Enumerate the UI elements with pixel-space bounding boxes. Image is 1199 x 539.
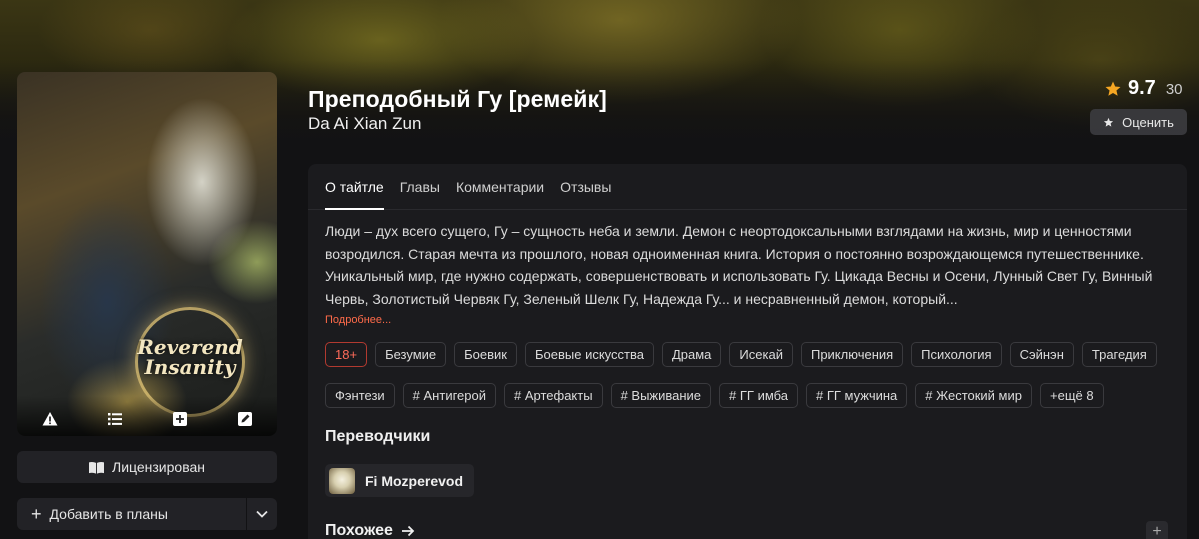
translator-chip[interactable]: Fi Mozperevod [325, 464, 474, 497]
cover-image[interactable]: Reverend Insanity [17, 72, 277, 436]
genre-tag[interactable]: Боевые искусства [525, 342, 654, 367]
genre-tag[interactable]: Драма [661, 342, 722, 367]
tag-list: 18+ Безумие Боевик Боевые искусства Драм… [325, 342, 1185, 408]
genre-tag[interactable]: Приключения [800, 342, 904, 367]
star-icon [1104, 117, 1114, 127]
show-more-tags-button[interactable]: +ещё 8 [1040, 383, 1104, 408]
tab-about[interactable]: О тайтле [325, 164, 384, 210]
description-text: Люди – дух всего сущего, Гу – сущность н… [325, 223, 1153, 307]
licensed-button[interactable]: Лицензирован [17, 451, 277, 483]
similar-heading-link[interactable]: Похожее [325, 522, 415, 539]
genre-tag[interactable]: Трагедия [1081, 342, 1157, 367]
add-to-plans-button[interactable]: + Добавить в планы [17, 498, 246, 530]
warning-icon[interactable] [40, 409, 60, 429]
age-rating-tag[interactable]: 18+ [325, 342, 368, 367]
genre-tag[interactable]: Фэнтези [325, 383, 395, 408]
chevron-down-icon [256, 510, 268, 518]
rating-value: 9.7 [1128, 77, 1156, 99]
genre-tag[interactable]: Боевик [454, 342, 517, 367]
title-page: Reverend Insanity Лицензирован + Добавит… [0, 0, 1199, 539]
rate-button[interactable]: Оценить [1090, 109, 1187, 135]
plans-dropdown-toggle[interactable] [247, 498, 277, 530]
tab-comments[interactable]: Комментарии [456, 164, 544, 210]
add-to-plans-label: Добавить в планы [49, 506, 168, 522]
theme-tag[interactable]: # Антигерой [402, 383, 496, 408]
avatar [329, 467, 355, 494]
translator-name: Fi Mozperevod [365, 472, 464, 489]
theme-tag[interactable]: # Выживание [610, 383, 712, 408]
author-link[interactable]: Da Ai Xian Zun [308, 114, 421, 134]
theme-tag[interactable]: # Жестокий мир [915, 383, 1032, 408]
genre-tag[interactable]: Безумие [375, 342, 447, 367]
tab-reviews[interactable]: Отзывы [560, 164, 611, 210]
similar-heading: Похожее [325, 522, 393, 539]
plus-icon: + [31, 504, 42, 524]
plus-square-icon[interactable] [170, 409, 190, 429]
rating-count: 30 [1165, 81, 1183, 98]
page-title: Преподобный Гу [ремейк] [308, 86, 607, 112]
rate-label: Оценить [1122, 114, 1174, 130]
add-to-plans-control: + Добавить в планы [17, 498, 277, 530]
book-icon [89, 461, 104, 474]
genre-tag[interactable]: Психология [911, 342, 1002, 367]
list-icon[interactable] [105, 409, 125, 429]
star-icon [1105, 81, 1121, 96]
edit-icon[interactable] [235, 409, 255, 429]
theme-tag[interactable]: # ГГ мужчина [806, 383, 908, 408]
cover-actions [17, 396, 277, 436]
tab-chapters[interactable]: Главы [400, 164, 440, 210]
tab-bar: О тайтле Главы Комментарии Отзывы [308, 164, 1187, 210]
licensed-label: Лицензирован [112, 459, 205, 475]
genre-tag[interactable]: Исекай [729, 342, 793, 367]
add-similar-button[interactable]: + [1146, 521, 1168, 539]
theme-tag[interactable]: # ГГ имба [719, 383, 799, 408]
theme-tag[interactable]: # Артефакты [504, 383, 603, 408]
translators-heading: Переводчики [325, 428, 431, 445]
arrow-right-icon [401, 525, 415, 537]
cover-title-art: Reverend Insanity [137, 335, 243, 379]
genre-tag[interactable]: Сэйнэн [1009, 342, 1074, 367]
rating-display: 9.7 30 [1104, 77, 1183, 100]
info-panel: О тайтле Главы Комментарии Отзывы Люди –… [308, 164, 1187, 539]
read-more-link[interactable]: Подробнее... [325, 314, 391, 326]
